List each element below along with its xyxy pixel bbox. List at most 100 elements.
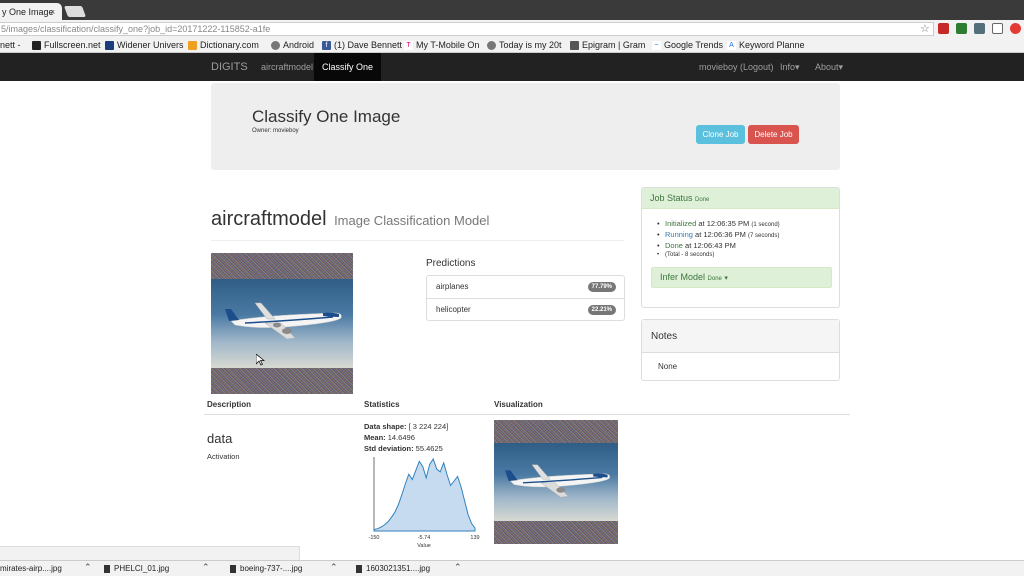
status-item: Running at 12:06:36 PM (7 seconds)	[657, 230, 780, 241]
keyword-planner-icon: A	[727, 40, 736, 50]
trends-icon: ~	[652, 40, 661, 50]
prediction-label: airplanes	[436, 282, 469, 291]
value-histogram: -150 -5.74 139 Value	[368, 457, 480, 549]
download-item[interactable]: boeing-737-....jpg	[230, 564, 302, 573]
logout-link[interactable]: movieboy (Logout)	[699, 53, 774, 81]
new-tab-button[interactable]	[63, 6, 87, 17]
clone-job-button[interactable]: Clone Job	[696, 125, 745, 144]
bookmark-item[interactable]: Epigram | Gram	[570, 40, 645, 50]
bookmark-item[interactable]: Today is my 20t	[487, 40, 562, 50]
status-running-link: Running	[665, 230, 693, 239]
delete-job-button[interactable]: Delete Job	[748, 125, 799, 144]
tab-title: y One Image	[2, 7, 54, 17]
status-done: Done	[695, 197, 710, 203]
prediction-label: helicopter	[436, 305, 471, 314]
caret-down-icon: ▾	[838, 62, 844, 72]
status-initialized-link: Initialized	[665, 219, 697, 228]
statistics-header: Statistics	[364, 400, 400, 409]
browser-tab[interactable]: y One Image ×	[0, 3, 62, 20]
histogram-area	[373, 457, 476, 532]
model-subtitle: Image Classification Model	[334, 213, 490, 228]
download-item[interactable]: 1603021351....jpg	[356, 564, 430, 573]
x-tick-label: -150	[368, 535, 379, 541]
downloads-bar: mirates-airp....jpg ⌃ PHELCI_01.jpg ⌃ bo…	[0, 560, 1024, 576]
url-input[interactable]: 5/images/classification/classify_one?job…	[0, 22, 934, 36]
tab-strip: y One Image ×	[0, 0, 1024, 20]
model-heading: aircraftmodel Image Classification Model	[211, 208, 489, 231]
top-navbar: DIGITS aircraftmodel Classify One movieb…	[0, 53, 1024, 81]
layer-type: Activation	[207, 452, 240, 461]
bookmarks-bar: nett - Fullscreen.net Widener Univers Di…	[0, 38, 1024, 53]
chevron-up-icon[interactable]: ⌃	[202, 562, 210, 573]
table-divider	[204, 414, 850, 415]
description-header: Description	[207, 400, 252, 409]
layer-visualization	[494, 420, 618, 544]
layer-statistics: Data shape: [ 3 224 224] Mean: 14.6496 S…	[364, 422, 449, 453]
bookmark-item[interactable]: f (1) Dave Bennett	[322, 40, 402, 50]
extension-icon[interactable]	[974, 23, 985, 34]
bookmark-item[interactable]: Android	[271, 40, 314, 50]
airplane-visualization	[505, 464, 610, 498]
tmobile-icon: T	[404, 40, 413, 50]
nav-model-link[interactable]: aircraftmodel	[261, 53, 313, 81]
prediction-row: airplanes 77.79%	[427, 276, 624, 298]
page-header: Classify One Image Owner: movieboy Clone…	[211, 83, 840, 170]
notes-panel: Notes None	[641, 319, 840, 381]
file-icon	[104, 564, 110, 573]
prediction-badge: 22.21%	[587, 305, 616, 315]
status-item: Done at 12:06:43 PM	[657, 241, 780, 252]
caret-down-icon: ▾	[795, 62, 800, 72]
opera-icon[interactable]	[1010, 23, 1021, 34]
predictions-list: airplanes 77.79% helicopter 22.21%	[426, 275, 625, 321]
x-axis-label: Value	[417, 543, 431, 549]
info-menu[interactable]: Info▾	[780, 53, 800, 81]
notes-heading: Notes	[642, 320, 839, 353]
model-name[interactable]: aircraftmodel	[211, 208, 327, 230]
mouse-cursor-icon	[256, 354, 265, 366]
infer-model-toggle[interactable]: Infer Model Done ▾	[651, 267, 832, 288]
airplane-image	[225, 302, 342, 340]
file-icon	[230, 564, 236, 573]
chevron-up-icon[interactable]: ⌃	[330, 562, 338, 573]
bookmark-icon	[271, 40, 280, 50]
x-tick-label: -5.74	[418, 535, 431, 541]
chevron-up-icon[interactable]: ⌃	[84, 562, 92, 573]
nav-classify-one[interactable]: Classify One	[314, 53, 382, 81]
bookmark-item[interactable]: A Keyword Planne	[727, 40, 805, 50]
extension-icon[interactable]	[938, 23, 949, 34]
bookmark-item[interactable]: Fullscreen.net	[32, 40, 101, 50]
x-tick-label: 139	[470, 535, 479, 541]
owner-label: Owner: movieboy	[252, 128, 299, 134]
bookmark-item[interactable]: nett -	[0, 40, 21, 50]
bookmark-item[interactable]: T My T-Mobile On	[404, 40, 479, 50]
bookmark-item[interactable]: Dictionary.com	[188, 40, 259, 50]
job-status-panel: Job Status Done Initialized at 12:06:35 …	[641, 187, 840, 308]
input-image	[211, 253, 353, 394]
bookmark-icon	[487, 40, 496, 50]
extension-icon[interactable]	[992, 23, 1003, 34]
prediction-badge: 77.79%	[587, 282, 616, 292]
downloads-popup-edge	[0, 546, 300, 560]
bookmark-icon	[570, 40, 579, 50]
bookmark-item[interactable]: Widener Univers	[105, 40, 184, 50]
bookmark-icon	[188, 40, 197, 50]
chevron-up-icon[interactable]: ⌃	[454, 562, 462, 573]
about-menu[interactable]: About▾	[815, 53, 843, 81]
predictions-title: Predictions	[426, 258, 476, 269]
brand-link[interactable]: DIGITS	[211, 53, 248, 81]
file-icon	[356, 564, 362, 573]
status-done-link: Done	[665, 241, 683, 250]
page-title: Classify One Image	[252, 107, 401, 126]
bookmark-icon	[105, 40, 114, 50]
download-item[interactable]: mirates-airp....jpg	[0, 564, 62, 573]
bookmark-item[interactable]: ~ Google Trends	[652, 40, 723, 50]
bookmark-icon	[32, 40, 41, 50]
download-item[interactable]: PHELCI_01.jpg	[104, 564, 169, 573]
prediction-row: helicopter 22.21%	[427, 298, 624, 320]
divider	[211, 240, 624, 241]
bookmark-star-icon[interactable]: ☆	[920, 22, 930, 35]
job-status-heading: Job Status Done	[642, 188, 839, 209]
caret-down-icon: ▾	[724, 275, 728, 282]
close-icon[interactable]: ×	[50, 7, 55, 17]
extension-icon[interactable]	[956, 23, 967, 34]
